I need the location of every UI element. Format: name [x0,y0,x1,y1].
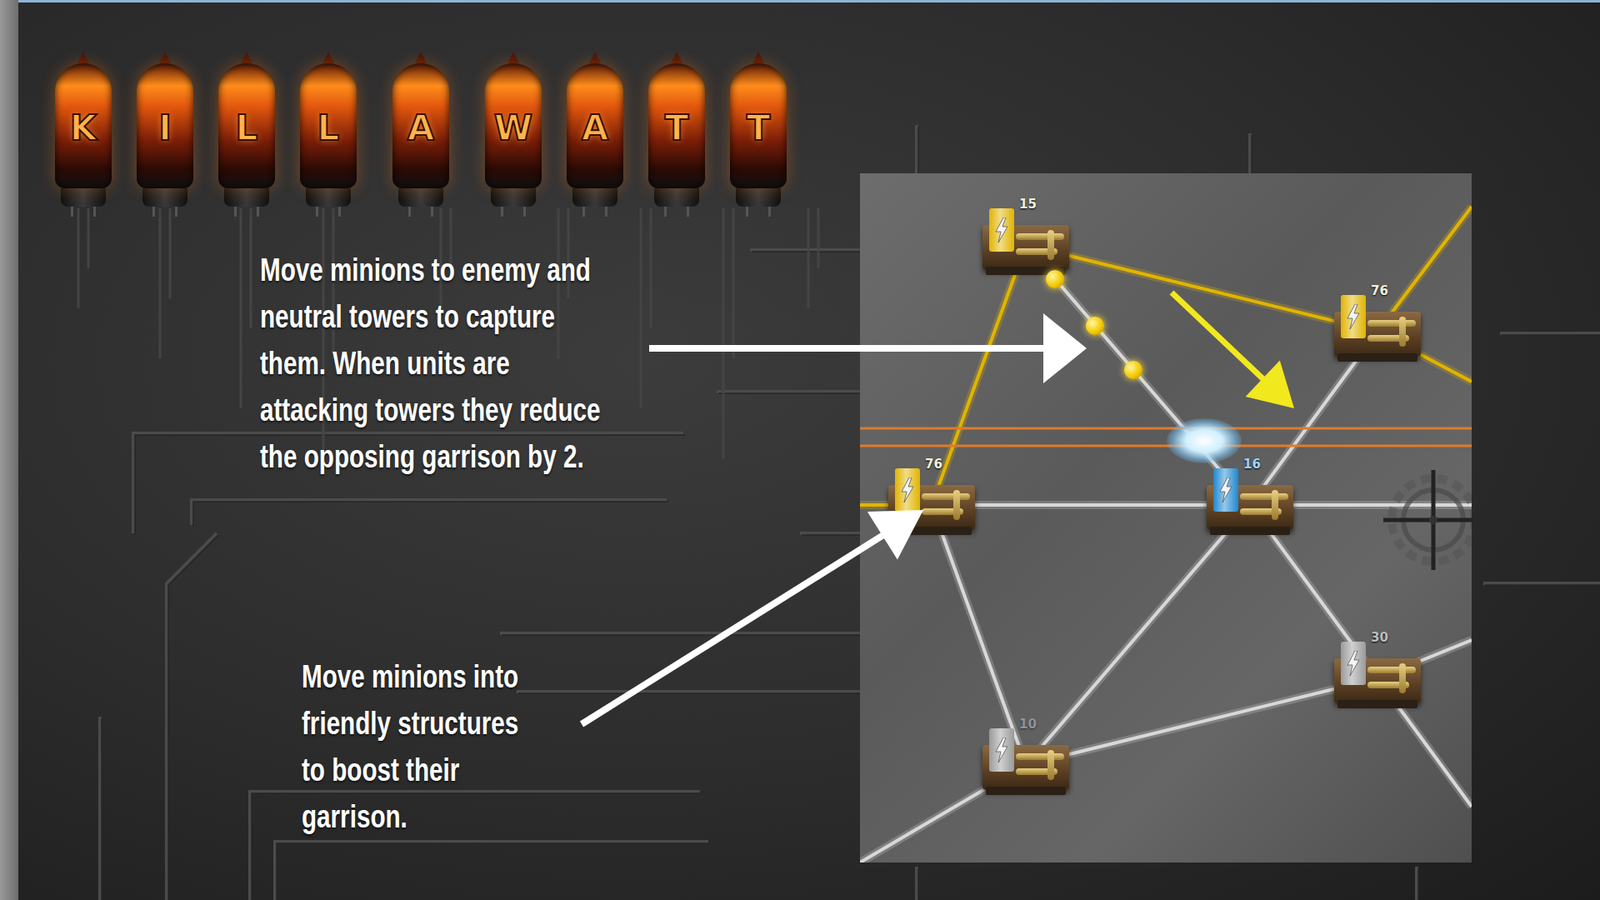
lightning-icon [1345,304,1361,330]
nixie-tube: I [136,51,194,217]
tube-letter: A [581,107,610,149]
logo-word: WATT [485,51,787,217]
minion[interactable] [1045,270,1065,289]
gear-icon[interactable] [1383,470,1472,570]
nixie-tube: L [300,51,357,217]
tube-letter: K [70,107,98,149]
nixie-tube: W [485,51,542,217]
tube-letter: L [317,107,340,149]
callout-line: Move minions into [301,653,519,700]
tower[interactable]: 10 [982,735,1070,795]
callout-line: them. When units are [260,340,601,387]
tutorial-arrows [0,0,1600,900]
callout-line: Move minions to enemy and [260,246,601,294]
lightning-icon [994,737,1010,763]
tube-letter: W [494,107,533,149]
nixie-tube: A [392,51,450,217]
nixie-tube: T [648,51,705,217]
battery [1340,295,1366,339]
tower[interactable]: 30 [1334,648,1421,709]
callout-line: attacking towers they reduce [260,386,601,434]
left-strip [0,0,19,900]
tube-letter: T [746,107,771,149]
callout-line: friendly structures [301,700,519,747]
lightning-icon [994,217,1010,243]
battery [989,728,1015,772]
lightning-icon [1345,650,1361,676]
nixie-tube: L [218,51,275,217]
battery [989,208,1015,252]
tower[interactable]: 15 [982,215,1070,275]
garrison-count: 15 [1019,196,1037,212]
garrison-count: 30 [1370,630,1389,645]
garrison-count: 10 [1019,716,1037,732]
logo-word: A [392,51,450,217]
minion[interactable] [1124,360,1143,380]
minion[interactable] [1085,316,1105,335]
boost-callout: Move minions intofriendly structuresto b… [301,653,580,840]
tube-letter: I [158,107,172,149]
garrison-count: 76 [925,456,943,472]
battery [1213,468,1239,512]
capture-callout: Move minions to enemy andneutral towers … [260,246,697,480]
battery [1340,641,1366,685]
tube-letter: T [665,107,690,149]
game-map[interactable]: 15 76 76 16 30 10 [860,173,1472,863]
attack-glow [1166,418,1242,464]
tube-letter: A [407,107,435,149]
top-line [0,0,1600,3]
tower[interactable]: 76 [1334,301,1421,362]
callout-line: to boost their [301,746,519,794]
tube-letter: L [235,107,259,149]
lightning-icon [900,477,915,503]
nixie-tube: A [566,51,624,217]
tower[interactable]: 16 [1206,475,1294,535]
garrison-count: 16 [1243,456,1261,472]
tower[interactable]: 76 [888,475,975,535]
callout-line: the opposing garrison by 2. [260,433,601,480]
nixie-tube: T [730,51,787,217]
logo-word: KILL [55,51,357,217]
callout-line: neutral towers to capture [260,293,601,340]
garrison-count: 76 [1370,283,1389,299]
callout-line: garrison. [301,793,519,840]
logo: KILLAWATT [55,51,787,217]
nixie-tube: K [55,51,112,217]
battery [895,468,920,512]
lightning-icon [1218,477,1234,503]
